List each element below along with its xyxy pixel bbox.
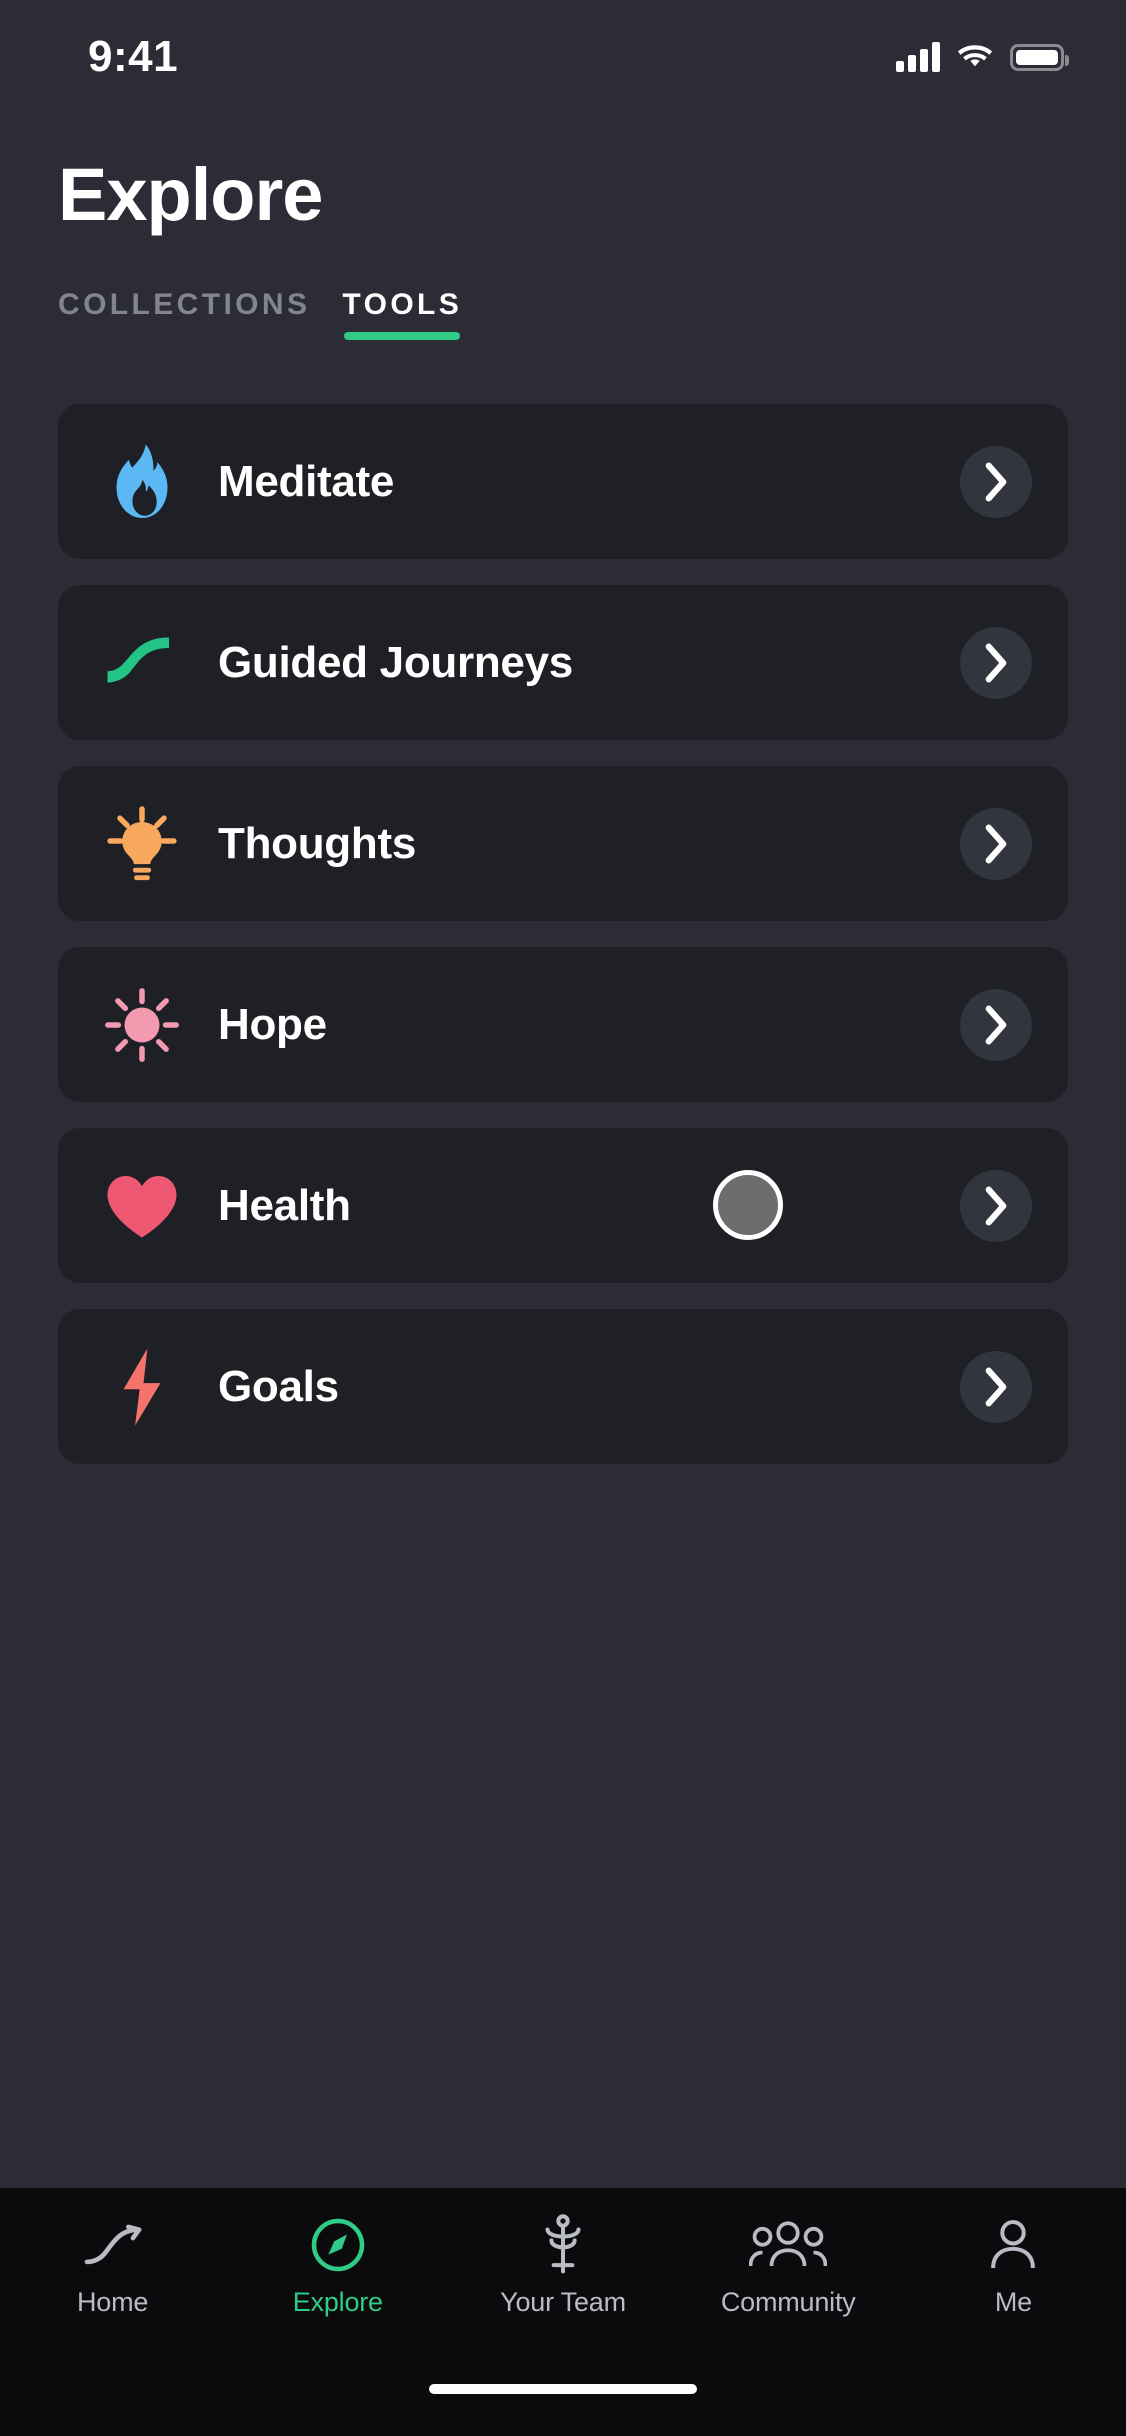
- chevron-right-button[interactable]: [960, 988, 1032, 1061]
- path-curve-icon: [94, 615, 190, 711]
- tab-collections-label: COLLECTIONS: [58, 288, 311, 321]
- home-indicator-area: [0, 2376, 1126, 2436]
- person-icon: [987, 2214, 1039, 2276]
- tool-card-hope[interactable]: Hope: [58, 947, 1068, 1102]
- chevron-right-button[interactable]: [960, 807, 1032, 880]
- tools-list: Meditate Guided Journeys Thoughts Hope H…: [0, 340, 1126, 2188]
- tool-card-label: Guided Journeys: [218, 637, 573, 687]
- tab-bar: COLLECTIONS TOOLS: [0, 232, 1126, 340]
- chevron-right-button[interactable]: [960, 445, 1032, 518]
- chevron-right-icon: [985, 1186, 1007, 1225]
- page-header: Explore: [0, 100, 1126, 232]
- nav-item-explore[interactable]: Explore: [225, 2214, 450, 2318]
- lightbulb-icon: [94, 796, 190, 892]
- sun-icon: [94, 977, 190, 1073]
- tool-card-health[interactable]: Health: [58, 1128, 1068, 1283]
- status-bar-time: 9:41: [88, 32, 179, 81]
- nav-item-label: Me: [994, 2287, 1032, 2317]
- people-group-icon: [749, 2214, 828, 2276]
- nav-item-community[interactable]: Community: [676, 2214, 901, 2318]
- tool-card-goals[interactable]: Goals: [58, 1309, 1068, 1464]
- cellular-signal-icon: [896, 42, 940, 72]
- chevron-right-button[interactable]: [960, 1169, 1032, 1242]
- tab-tools-label: TOOLS: [342, 288, 463, 321]
- nav-item-label: Community: [720, 2287, 856, 2317]
- chevron-right-button[interactable]: [960, 626, 1032, 699]
- tool-card-label: Health: [218, 1180, 351, 1230]
- wifi-icon: [957, 45, 993, 67]
- bottom-navigation-bar: Home Explore Your Team Community Me: [0, 2188, 1126, 2376]
- home-indicator-bar[interactable]: [429, 2384, 697, 2394]
- compass-icon: [308, 2214, 368, 2276]
- tool-card-label: Hope: [218, 999, 327, 1049]
- tool-card-label: Meditate: [218, 456, 395, 506]
- chevron-right-icon: [985, 1005, 1007, 1044]
- tool-card-thoughts[interactable]: Thoughts: [58, 766, 1068, 921]
- caduceus-icon: [538, 2214, 588, 2276]
- tool-card-label: Thoughts: [218, 818, 416, 868]
- flame-icon: [94, 434, 190, 530]
- nav-item-label: Explore: [292, 2287, 383, 2317]
- nav-item-home[interactable]: Home: [0, 2214, 225, 2318]
- tab-underline-active: [344, 332, 461, 340]
- nav-item-your-team[interactable]: Your Team: [450, 2214, 675, 2318]
- app-screen: 9:41 Explore COLLECTIONS TOOLS Meditate …: [0, 0, 1126, 2436]
- tool-card-label: Goals: [218, 1361, 339, 1411]
- path-curve-icon: [82, 2214, 144, 2276]
- nav-item-label: Home: [76, 2287, 149, 2317]
- tab-collections[interactable]: COLLECTIONS: [58, 288, 310, 340]
- chevron-right-button[interactable]: [960, 1350, 1032, 1423]
- heart-icon: [94, 1158, 190, 1254]
- tool-card-guided-journeys[interactable]: Guided Journeys: [58, 585, 1068, 740]
- chevron-right-icon: [985, 1367, 1007, 1406]
- chevron-right-icon: [985, 462, 1007, 501]
- tool-card-meditate[interactable]: Meditate: [58, 404, 1068, 559]
- chevron-right-icon: [985, 824, 1007, 863]
- status-bar-icons: [896, 42, 1069, 72]
- chevron-right-icon: [985, 643, 1007, 682]
- lightning-bolt-icon: [94, 1339, 190, 1435]
- page-title: Explore: [58, 153, 323, 236]
- battery-icon: [1010, 43, 1069, 71]
- nav-item-label: Your Team: [500, 2287, 626, 2317]
- nav-item-me[interactable]: Me: [901, 2214, 1126, 2318]
- tab-tools[interactable]: TOOLS: [342, 288, 462, 340]
- status-bar: 9:41: [0, 0, 1126, 100]
